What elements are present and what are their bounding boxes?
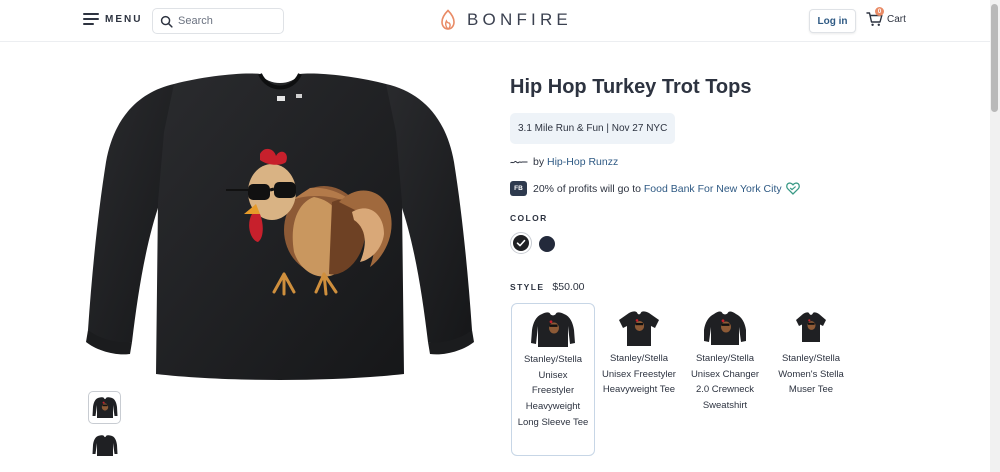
product-main-image[interactable] <box>84 62 476 382</box>
page-scrollbar-thumb[interactable] <box>991 4 998 112</box>
charity-badge: FB <box>510 181 527 196</box>
heart-icon <box>785 182 800 195</box>
cart-count-badge: 0 <box>875 7 884 16</box>
product-price: $50.00 <box>552 281 585 293</box>
sweatshirt-style-image <box>704 311 746 345</box>
login-button[interactable]: Log in <box>809 9 856 33</box>
style-card[interactable]: Stanley/Stella Unisex Changer 2.0 Crewne… <box>683 303 767 456</box>
style-name: Stanley/Stella Unisex Changer 2.0 Crewne… <box>690 353 760 412</box>
image-thumbnail[interactable] <box>88 391 121 424</box>
menu-button[interactable]: MENU <box>83 13 142 25</box>
image-thumbnail[interactable] <box>88 429 121 462</box>
long-sleeve-shirt-image <box>86 72 474 381</box>
flame-logo-icon <box>441 9 455 30</box>
search-input[interactable] <box>178 15 278 27</box>
event-tag: 3.1 Mile Run & Fun | Nov 27 NYC <box>510 113 676 144</box>
shirt-back-thumbnail <box>92 434 117 456</box>
style-price-row: STYLE $50.00 <box>510 281 585 293</box>
style-name: Stanley/Stella Unisex Freestyler Heavywe… <box>517 354 589 428</box>
style-card[interactable]: Stanley/Stella Unisex Freestyler Heavywe… <box>511 303 595 456</box>
color-swatch-navy[interactable] <box>539 236 555 252</box>
brand-logo[interactable]: BONFIRE <box>438 9 572 31</box>
cart-button[interactable]: 0 Cart <box>866 7 906 27</box>
style-card[interactable]: Stanley/Stella Women's Stella Muser Tee <box>769 303 853 456</box>
long-sleeve-shirt-thumbnail <box>92 396 117 418</box>
byline-prefix: by <box>533 156 545 168</box>
site-header: MENU BONFIRE Log in 0 Cart <box>0 0 990 42</box>
charity-prefix: 20% of profits will go to <box>533 182 641 195</box>
hamburger-icon <box>83 13 99 25</box>
cart-label: Cart <box>887 13 906 25</box>
charity-link[interactable]: Food Bank For New York City <box>644 183 782 195</box>
signature-logo-icon <box>510 160 528 164</box>
style-card[interactable]: Stanley/Stella Unisex Freestyler Heavywe… <box>597 303 681 456</box>
search-box[interactable] <box>152 8 284 34</box>
color-swatch-black[interactable] <box>513 235 529 251</box>
style-name: Stanley/Stella Women's Stella Muser Tee <box>778 353 844 396</box>
campaign-owner-link[interactable]: Hip-Hop Runzz <box>547 156 618 168</box>
womens-tee-style-image <box>796 312 826 342</box>
search-icon <box>160 15 173 28</box>
style-label: STYLE <box>510 282 545 292</box>
brand-wordmark: BONFIRE <box>467 10 572 29</box>
menu-label: MENU <box>105 13 143 25</box>
charity-line: FB 20% of profits will go to Food Bank F… <box>510 181 800 196</box>
product-title: Hip Hop Turkey Trot Tops <box>510 76 752 98</box>
campaign-byline: by Hip-Hop Runzz <box>510 156 618 168</box>
check-icon <box>516 239 526 247</box>
color-label: COLOR <box>510 213 548 223</box>
style-name: Stanley/Stella Unisex Freestyler Heavywe… <box>602 353 676 396</box>
tee-style-image <box>619 311 659 346</box>
long-sleeve-style-image <box>531 312 575 347</box>
